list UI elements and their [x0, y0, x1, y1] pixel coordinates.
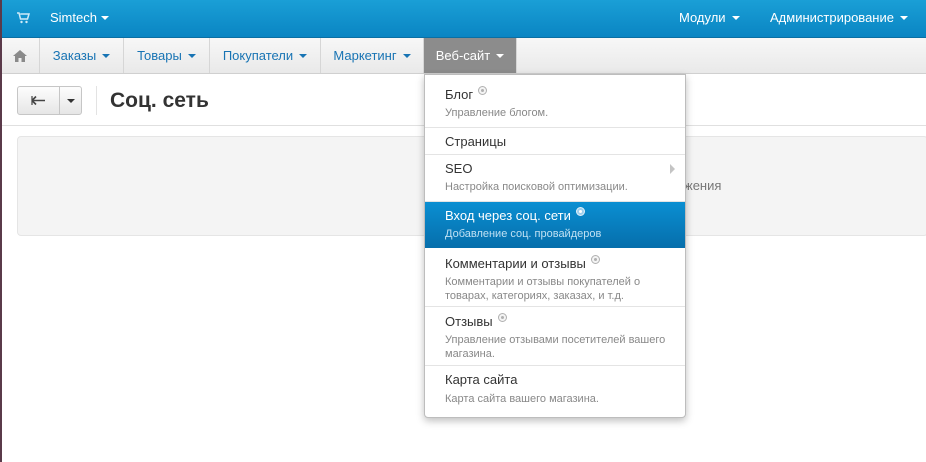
back-arrow-icon — [31, 95, 45, 106]
chevron-down-icon — [187, 53, 196, 58]
panel-text: жения — [684, 178, 722, 193]
chevron-down-icon — [402, 53, 411, 58]
addon-badge-icon — [478, 86, 488, 95]
chevron-down-icon — [496, 53, 505, 58]
divider — [96, 86, 97, 115]
store-name: Simtech — [50, 10, 97, 25]
menu-item-pages[interactable]: Страницы — [425, 128, 685, 155]
menu-item-desc: Настройка поисковой оптимизации. — [445, 181, 628, 193]
chevron-down-icon — [299, 53, 308, 58]
menu-item-social-login[interactable]: Вход через соц. сети Добавление соц. про… — [425, 202, 685, 248]
menu-item-title: Вход через соц. сети — [445, 208, 571, 223]
chevron-down-icon — [899, 15, 908, 20]
menu-item-desc: Управление отзывами посетителей вашего м… — [445, 334, 666, 360]
home-icon — [13, 50, 27, 62]
menu-item-title: Комментарии и отзывы — [445, 256, 586, 271]
nav-products[interactable]: Товары — [124, 38, 210, 73]
chevron-right-icon — [670, 164, 675, 174]
nav-customers[interactable]: Покупатели — [210, 38, 321, 73]
top-bar: Simtech Модули Администрирование — [2, 0, 926, 38]
nav-website-label: Веб-сайт — [435, 48, 491, 63]
store-switcher[interactable]: Simtech — [50, 10, 109, 25]
menu-item-title: Карта сайта — [445, 372, 518, 387]
modules-label: Модули — [679, 10, 726, 25]
chevron-down-icon — [102, 53, 111, 58]
chevron-down-icon — [731, 15, 740, 20]
back-button-group — [17, 86, 82, 115]
nav-marketing-label: Маркетинг — [333, 48, 397, 63]
website-dropdown-menu: Блог Управление блогом. Страницы SEO Нас… — [424, 74, 686, 418]
nav-marketing[interactable]: Маркетинг — [321, 38, 424, 73]
nav-customers-label: Покупатели — [222, 48, 294, 63]
menu-item-desc: Комментарии и отзывы покупателей о товар… — [445, 276, 641, 302]
back-button[interactable] — [18, 87, 60, 114]
menu-item-sitemap[interactable]: Карта сайта Карта сайта вашего магазина. — [425, 366, 685, 417]
addon-badge-icon — [497, 313, 507, 322]
menu-item-title: Страницы — [445, 134, 507, 149]
menu-item-blog[interactable]: Блог Управление блогом. — [425, 75, 685, 128]
addon-badge-icon — [590, 255, 600, 264]
menu-item-seo[interactable]: SEO Настройка поисковой оптимизации. — [425, 155, 685, 202]
nav-website[interactable]: Веб-сайт — [424, 38, 517, 73]
menu-item-title: Блог — [445, 87, 474, 102]
back-dropdown-toggle[interactable] — [60, 87, 82, 114]
cart-icon[interactable] — [16, 11, 30, 25]
administration-menu[interactable]: Администрирование — [770, 10, 908, 25]
modules-menu[interactable]: Модули — [679, 10, 740, 25]
menu-item-reviews[interactable]: Отзывы Управление отзывами посетителей в… — [425, 307, 685, 366]
administration-label: Администрирование — [770, 10, 894, 25]
menu-item-desc: Добавление соц. провайдеров — [445, 228, 602, 240]
nav-orders-label: Заказы — [52, 48, 97, 63]
main-nav: Заказы Товары Покупатели Маркетинг Веб-с… — [2, 38, 926, 74]
chevron-down-icon — [100, 15, 109, 20]
chevron-down-icon — [67, 99, 75, 103]
menu-item-comments-reviews[interactable]: Комментарии и отзывы Комментарии и отзыв… — [425, 248, 685, 307]
addon-badge-icon — [575, 207, 585, 216]
nav-orders[interactable]: Заказы — [40, 38, 124, 73]
menu-item-desc: Карта сайта вашего магазина. — [445, 393, 599, 405]
page-title: Соц. сеть — [110, 89, 209, 112]
nav-products-label: Товары — [137, 48, 182, 63]
menu-item-desc: Управление блогом. — [445, 107, 549, 119]
menu-item-title: SEO — [445, 161, 473, 176]
menu-item-title: Отзывы — [445, 314, 493, 329]
nav-home[interactable] — [2, 38, 40, 73]
